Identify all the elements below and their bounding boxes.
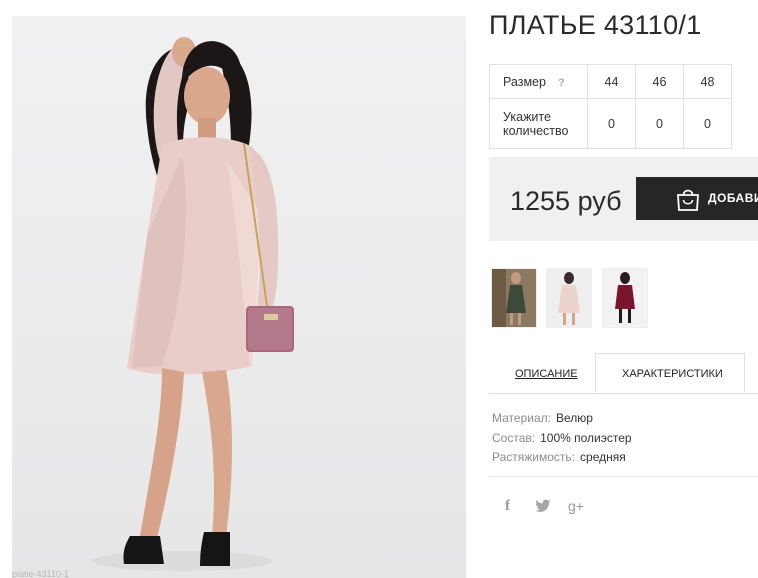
size-44: 44 xyxy=(587,64,636,99)
characteristic-key: Материал: xyxy=(492,411,551,425)
characteristic-key: Растяжимость: xyxy=(492,450,576,464)
thumbnail-burgundy[interactable] xyxy=(602,268,648,328)
twitter-icon[interactable] xyxy=(535,499,551,517)
add-to-cart-button[interactable]: ДОБАВИТЬ xyxy=(636,177,758,220)
thumbnail-green-image xyxy=(492,269,536,327)
model-illustration xyxy=(92,37,294,571)
quantity-row: Укажите количество 0 0 0 xyxy=(489,98,732,149)
size-46: 46 xyxy=(635,64,684,99)
googleplus-icon[interactable]: g+ xyxy=(568,498,584,514)
quantity-46-input[interactable]: 0 xyxy=(635,98,684,149)
price: 1255 руб xyxy=(510,186,622,216)
shopping-bag-icon xyxy=(677,189,699,211)
photo-caption: platie-43110-1 xyxy=(12,570,69,578)
add-to-cart-label: ДОБАВИТЬ xyxy=(708,191,758,205)
thumbnail-burgundy-image xyxy=(603,269,647,327)
thumbnail-pink-image xyxy=(547,269,591,327)
characteristic-value: средняя xyxy=(580,450,626,464)
product-title: ПЛАТЬЕ 43110/1 xyxy=(489,10,702,40)
size-label-cell: Размер? xyxy=(489,64,588,99)
facebook-icon[interactable]: f xyxy=(505,498,510,515)
tab-characteristics[interactable]: ХАРАКТЕРИСТИКИ xyxy=(622,368,723,380)
characteristic-row: Растяжимость: средняя xyxy=(492,448,632,468)
twitter-bird-glyph xyxy=(535,499,551,512)
thumbnail-green[interactable] xyxy=(491,268,537,328)
tabs-divider xyxy=(489,393,758,394)
characteristic-key: Состав: xyxy=(492,430,536,445)
characteristic-value: 100% полиэстер xyxy=(540,430,632,445)
size-48: 48 xyxy=(683,64,732,99)
characteristic-row: Состав: 100% полиэстер xyxy=(492,429,632,449)
size-table: Размер? 44 46 48 Укажите количество 0 0 … xyxy=(489,64,732,149)
tab-description[interactable]: ОПИСАНИЕ xyxy=(515,368,578,380)
price-bar: 1255 руб ДОБАВИТЬ xyxy=(489,157,758,241)
characteristic-value: Велюр xyxy=(555,411,593,425)
characteristic-row: Материал: Велюр xyxy=(492,409,632,429)
product-main-photo[interactable]: platie-43110-1 xyxy=(12,16,466,578)
characteristics-list: Материал: Велюр Состав: 100% полиэстер Рас… xyxy=(492,409,632,468)
quantity-48-input[interactable]: 0 xyxy=(683,98,732,149)
quantity-label: Укажите количество xyxy=(489,98,588,149)
section-divider xyxy=(489,476,758,477)
size-help-icon[interactable]: ? xyxy=(558,77,565,89)
thumbnail-pink[interactable] xyxy=(546,268,592,328)
quantity-44-input[interactable]: 0 xyxy=(587,98,636,149)
size-row: Размер? 44 46 48 xyxy=(489,64,732,99)
size-label: Размер xyxy=(503,74,546,89)
